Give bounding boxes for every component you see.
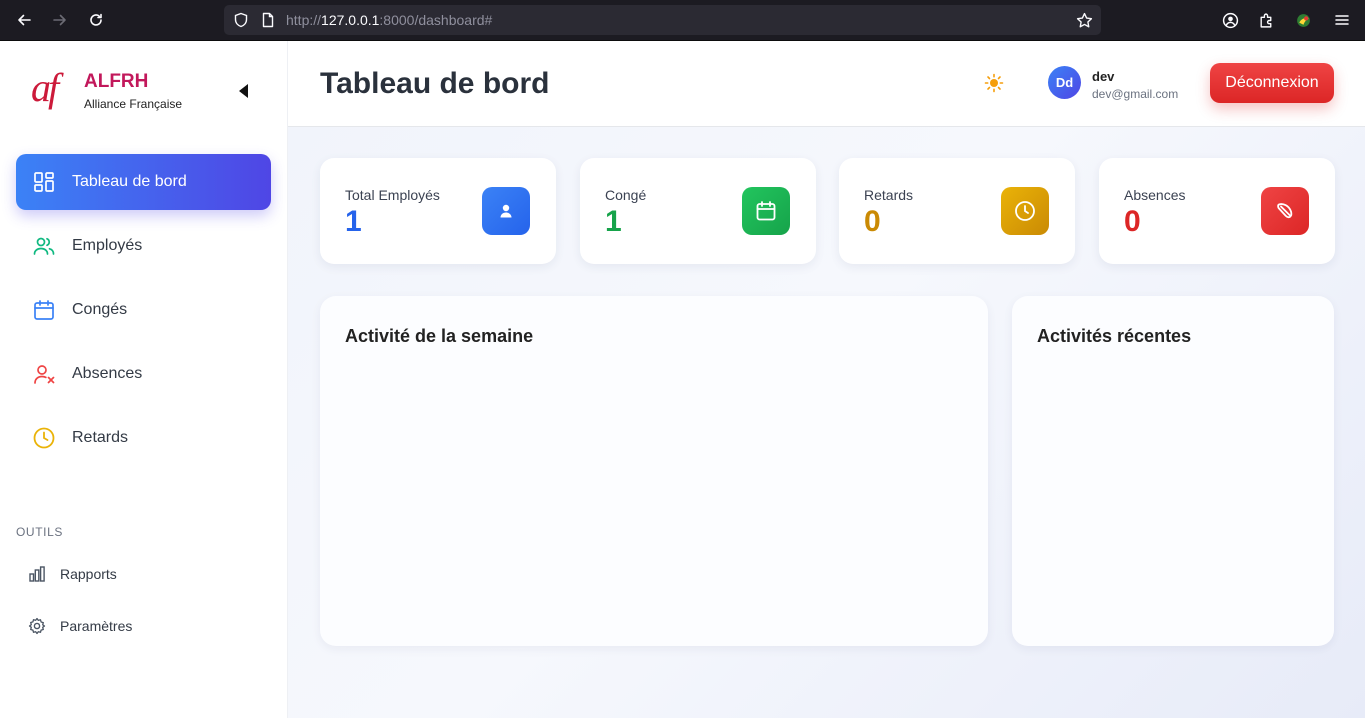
sidebar-item-absences[interactable]: Absences xyxy=(16,346,271,402)
stat-label: Total Employés xyxy=(345,187,440,203)
stat-card-total-employes[interactable]: Total Employés 1 xyxy=(320,158,556,264)
stat-card-retards[interactable]: Retards 0 xyxy=(839,158,1075,264)
user-name: dev xyxy=(1092,69,1115,84)
address-bar[interactable]: http://127.0.0.1:8000/dashboard# xyxy=(224,5,1101,35)
stat-value: 1 xyxy=(345,205,362,238)
page-title: Tableau de bord xyxy=(320,67,550,100)
back-button[interactable] xyxy=(9,0,39,40)
caret-left-icon xyxy=(239,84,248,98)
sidebar-item-label: Rapports xyxy=(60,566,117,582)
hamburger-menu-icon xyxy=(1335,15,1349,25)
sidebar-item-rapports[interactable]: Rapports xyxy=(28,559,248,589)
stat-value: 0 xyxy=(864,205,881,238)
puzzle-icon xyxy=(1259,13,1271,28)
stat-value: 1 xyxy=(605,205,622,238)
user-x-icon xyxy=(33,363,55,385)
stat-card-conge[interactable]: Congé 1 xyxy=(580,158,816,264)
stat-label: Retards xyxy=(864,187,914,203)
ban-icon xyxy=(1261,187,1309,235)
calendar-icon xyxy=(33,299,55,321)
users-icon xyxy=(33,235,55,257)
weekly-activity-title: Activité de la semaine xyxy=(345,326,534,346)
recent-activities-title: Activités récentes xyxy=(1037,326,1192,346)
sidebar-item-retards[interactable]: Retards xyxy=(16,410,271,466)
stat-label: Congé xyxy=(605,187,647,203)
sidebar-item-employes[interactable]: Employés xyxy=(16,218,271,274)
weekly-activity-panel: Activité de la semaine xyxy=(320,296,988,646)
sidebar-item-parametres[interactable]: Paramètres xyxy=(28,611,248,641)
tools-section-title: OUTILS xyxy=(16,525,63,539)
account-button[interactable] xyxy=(1215,0,1245,40)
sidebar-item-label: Absences xyxy=(72,365,143,382)
bar-chart-icon xyxy=(29,566,45,582)
user-icon xyxy=(482,187,530,235)
clock-icon xyxy=(1001,187,1049,235)
shield-icon[interactable] xyxy=(233,12,249,28)
dashboard-icon xyxy=(33,171,55,193)
gear-icon xyxy=(28,617,46,635)
calendar-icon xyxy=(742,187,790,235)
sidebar-item-label: Paramètres xyxy=(60,618,133,634)
recent-activities-panel: Activités récentes xyxy=(1012,296,1334,646)
stat-label: Absences xyxy=(1124,187,1186,203)
extensions-button[interactable] xyxy=(1251,0,1281,40)
reload-icon xyxy=(90,13,102,26)
sidebar-item-label: Tableau de bord xyxy=(72,173,187,190)
brand[interactable]: af ALFRH Alliance Française xyxy=(28,67,268,117)
clock-icon xyxy=(33,427,55,449)
url-text: http://127.0.0.1:8000/dashboard# xyxy=(286,12,493,28)
brand-subtitle: Alliance Française xyxy=(84,97,183,111)
sidebar-item-conges[interactable]: Congés xyxy=(16,282,271,338)
sidebar: af ALFRH Alliance Française Tableau de b… xyxy=(0,41,288,718)
logout-button[interactable]: Déconnexion xyxy=(1210,63,1334,103)
sidebar-item-label: Congés xyxy=(72,301,128,318)
sidebar-item-label: Retards xyxy=(72,429,129,446)
arrow-right-icon xyxy=(53,14,66,26)
arrow-left-icon xyxy=(18,14,31,26)
forward-button[interactable] xyxy=(45,0,75,40)
account-icon xyxy=(1222,12,1238,28)
sidebar-collapse-button[interactable] xyxy=(234,81,254,101)
page-icon[interactable] xyxy=(260,12,276,28)
top-header: Tableau de bord Dd dev dev@gmail.com Déc… xyxy=(288,41,1365,127)
theme-toggle-button[interactable] xyxy=(982,71,1006,95)
extension-logo-icon xyxy=(1296,13,1310,27)
stat-value: 0 xyxy=(1124,205,1141,238)
avatar[interactable]: Dd xyxy=(1048,66,1081,99)
sidebar-item-dashboard[interactable]: Tableau de bord xyxy=(16,154,271,210)
app-menu-button[interactable] xyxy=(1327,0,1357,40)
bookmark-star-icon[interactable] xyxy=(1076,12,1093,29)
user-email: dev@gmail.com xyxy=(1092,87,1179,101)
stat-card-absences[interactable]: Absences 0 xyxy=(1099,158,1335,264)
sidebar-item-label: Employés xyxy=(72,237,143,254)
reload-button[interactable] xyxy=(81,0,111,40)
extension-colorful-button[interactable] xyxy=(1288,0,1318,40)
brand-title: ALFRH xyxy=(84,71,149,92)
main-content: Total Employés 1 Congé 1 Retards 0 Absen… xyxy=(288,127,1365,718)
browser-toolbar: http://127.0.0.1:8000/dashboard# xyxy=(0,0,1365,41)
alliance-francaise-logo: af xyxy=(31,65,59,110)
sun-icon xyxy=(984,73,1004,93)
